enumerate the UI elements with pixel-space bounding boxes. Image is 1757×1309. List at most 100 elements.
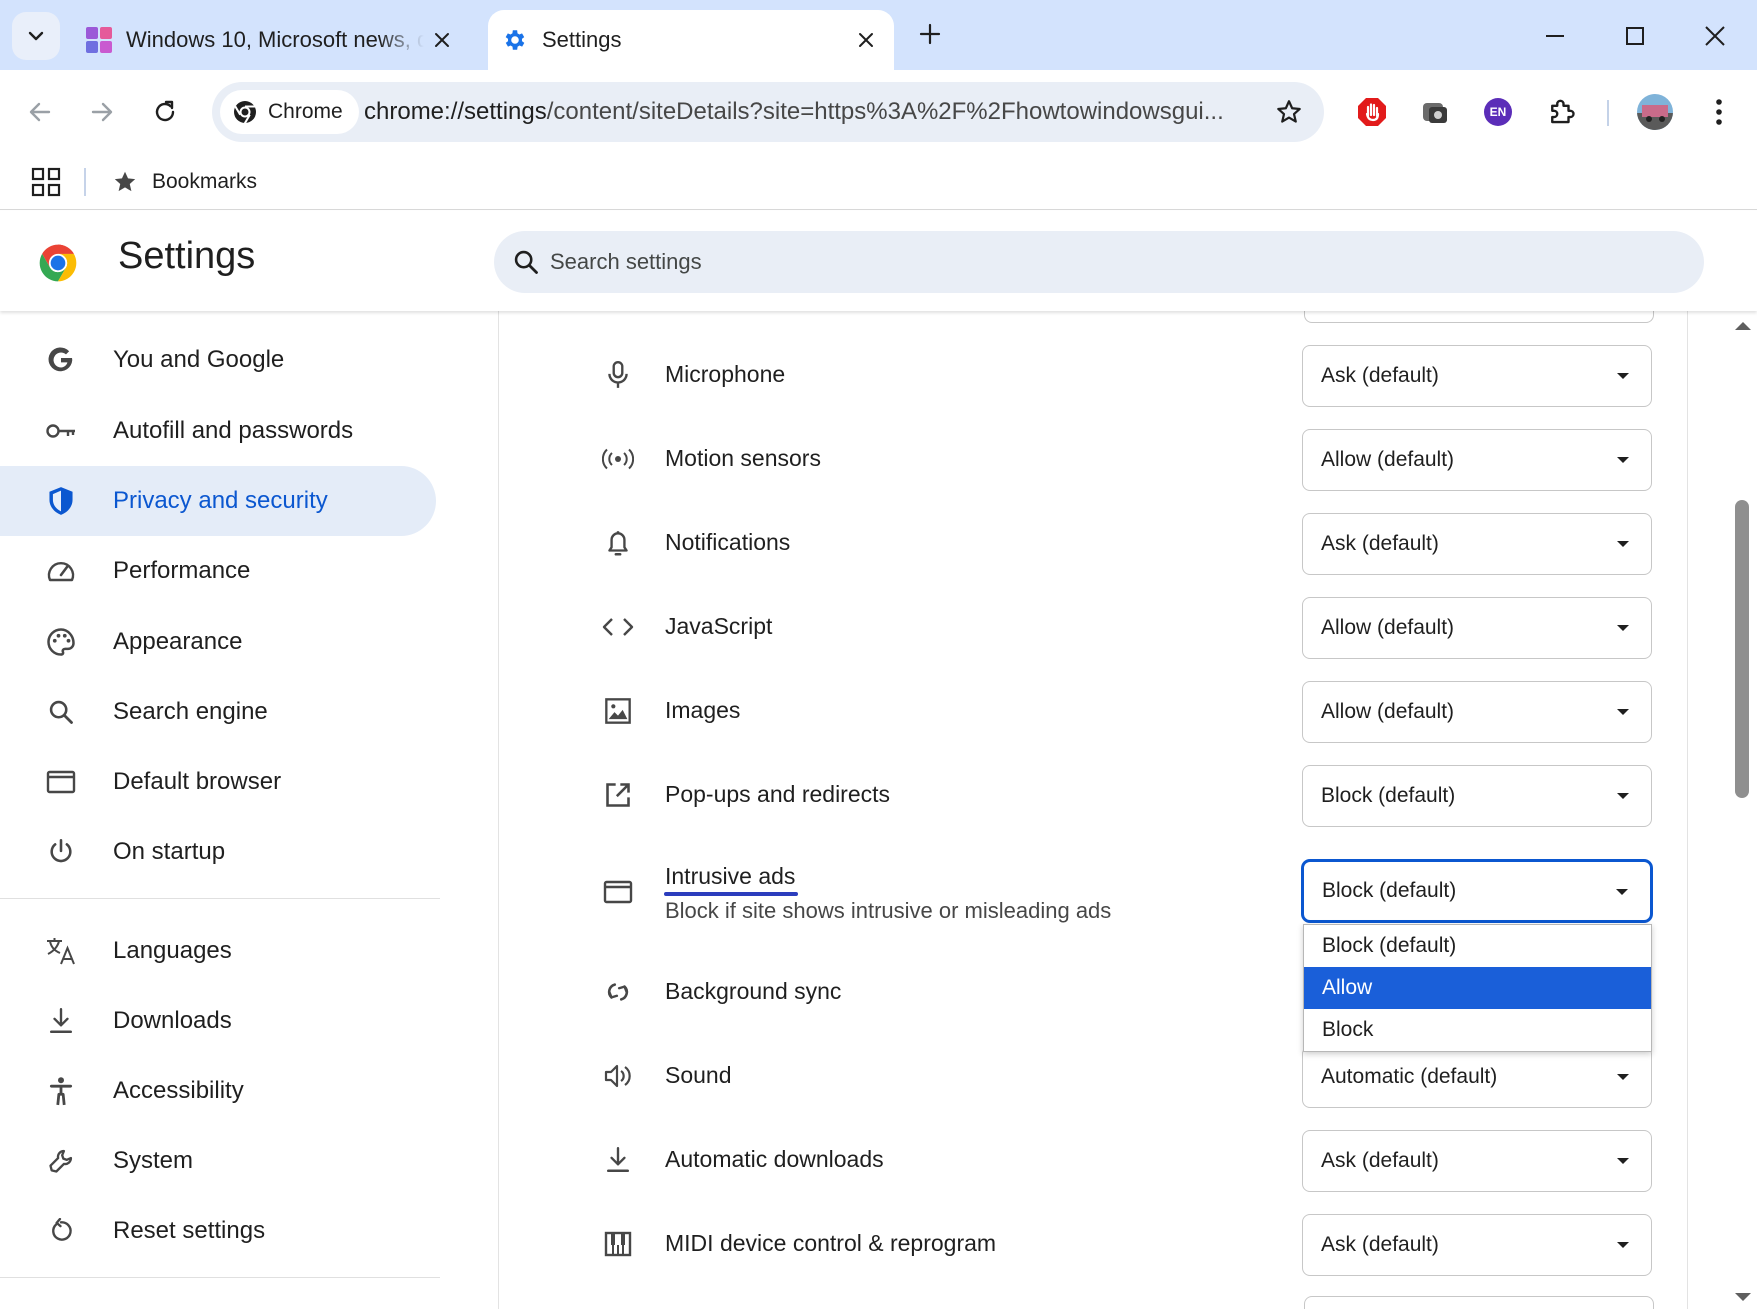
tab-settings[interactable]: Settings — [488, 10, 894, 70]
maximize-icon — [1626, 27, 1644, 45]
permission-label: Motion sensors — [665, 445, 821, 471]
sidebar-item-search-engine[interactable]: Search engine — [0, 677, 436, 747]
window-close-button[interactable] — [1693, 14, 1737, 58]
dropdown-option-block[interactable]: Block — [1304, 1009, 1651, 1051]
sidebar-item-label: Performance — [113, 557, 251, 584]
search-input[interactable] — [550, 249, 1650, 275]
sidebar-item-performance[interactable]: Performance — [0, 536, 436, 606]
close-icon[interactable] — [848, 22, 884, 58]
sidebar-item-label: Reset settings — [113, 1217, 266, 1244]
close-icon[interactable] — [424, 22, 460, 58]
back-button[interactable] — [18, 90, 62, 134]
caret-down-icon — [1617, 541, 1629, 547]
caret-down-icon — [1616, 889, 1628, 895]
speaker-icon — [600, 1058, 636, 1094]
select-value: Automatic (default) — [1321, 1065, 1498, 1088]
sound-select[interactable]: Automatic (default) — [1302, 1046, 1652, 1108]
select-value: Allow (default) — [1321, 616, 1455, 639]
address-bar[interactable]: Chrome chrome://settings/content/siteDet… — [212, 82, 1324, 142]
main-scroll-up[interactable] — [1735, 322, 1751, 330]
sidebar-item-you-and-google[interactable]: You and Google — [0, 325, 436, 395]
popups-select[interactable]: Block (default) — [1302, 765, 1652, 827]
menu-button[interactable] — [1697, 90, 1741, 134]
star-outline-icon — [1277, 100, 1301, 123]
select-value: Ask (default) — [1321, 364, 1439, 387]
reload-button[interactable] — [143, 90, 187, 134]
javascript-select[interactable]: Allow (default) — [1302, 597, 1652, 659]
maximize-button[interactable] — [1613, 14, 1657, 58]
caret-down-icon — [1617, 1158, 1629, 1164]
permission-row-automatic-downloads: Automatic downloads Ask (default) — [498, 1118, 1688, 1202]
tab-windows-news[interactable]: Windows 10, Microsoft news, de — [70, 10, 470, 70]
download-icon — [44, 1004, 78, 1038]
sidebar-item-accessibility[interactable]: Accessibility — [0, 1056, 436, 1126]
chrome-logo-icon — [234, 101, 256, 124]
forward-button[interactable] — [80, 90, 124, 134]
select-value: Ask (default) — [1321, 1149, 1439, 1172]
sidebar-item-system[interactable]: System — [0, 1126, 436, 1196]
sidebar-item-label: Search engine — [113, 698, 268, 725]
adblock-extension-button[interactable] — [1350, 90, 1394, 134]
images-select[interactable]: Allow (default) — [1302, 681, 1652, 743]
new-tab-button[interactable] — [910, 14, 950, 54]
ads-window-icon — [600, 874, 636, 910]
sidebar-item-on-startup[interactable]: On startup — [0, 817, 436, 887]
apps-grid-icon[interactable] — [30, 166, 62, 198]
plus-icon — [919, 23, 941, 45]
palette-icon — [44, 625, 78, 659]
main-scrollbar-thumb[interactable] — [1735, 500, 1749, 798]
sidebar-item-appearance[interactable]: Appearance — [0, 607, 436, 677]
select-value: Block (default) — [1322, 879, 1457, 902]
wrench-icon — [44, 1144, 78, 1178]
toolbar: Chrome chrome://settings/content/siteDet… — [0, 70, 1757, 154]
translate-extension-button[interactable]: EN — [1476, 90, 1520, 134]
extensions-button[interactable] — [1539, 90, 1583, 134]
page-title: Settings — [118, 235, 256, 277]
sidebar-item-label: Autofill and passwords — [113, 417, 354, 444]
midi-select[interactable]: Ask (default) — [1302, 1214, 1652, 1276]
screenshot-extension-button[interactable] — [1413, 90, 1457, 134]
windows-news-favicon — [86, 27, 112, 53]
permission-row-midi: MIDI device control & reprogram Ask (def… — [498, 1202, 1688, 1286]
search-settings-box[interactable] — [494, 231, 1704, 293]
sidebar-item-autofill[interactable]: Autofill and passwords — [0, 396, 436, 466]
avatar — [1637, 94, 1673, 130]
permission-row-javascript: JavaScript Allow (default) — [498, 585, 1688, 669]
microphone-select[interactable]: Ask (default) — [1302, 345, 1652, 407]
caret-down-icon — [1617, 1074, 1629, 1080]
chrome-chip[interactable]: Chrome — [220, 90, 359, 134]
sidebar-item-reset-settings[interactable]: Reset settings — [0, 1196, 436, 1266]
bell-icon — [600, 525, 636, 561]
select-value: Block (default) — [1321, 784, 1456, 807]
url-text[interactable]: chrome://settings/content/siteDetails?si… — [364, 82, 1254, 142]
automatic-downloads-select[interactable]: Ask (default) — [1302, 1130, 1652, 1192]
main-scroll-down[interactable] — [1735, 1293, 1751, 1301]
accessibility-icon — [44, 1074, 78, 1108]
translate-icon — [44, 934, 78, 968]
dropdown-option-block-default[interactable]: Block (default) — [1304, 925, 1651, 967]
tab-search-button[interactable] — [12, 12, 60, 60]
sidebar-divider — [0, 898, 440, 899]
reload-icon — [155, 100, 175, 122]
sidebar-item-label: You and Google — [113, 346, 285, 373]
sidebar-item-default-browser[interactable]: Default browser — [0, 747, 436, 817]
sidebar-item-privacy-and-security[interactable]: Privacy and security — [0, 466, 436, 536]
google-g-icon — [44, 343, 78, 377]
sidebar-item-languages[interactable]: Languages — [0, 916, 436, 986]
motion-sensors-select[interactable]: Allow (default) — [1302, 429, 1652, 491]
notifications-select[interactable]: Ask (default) — [1302, 513, 1652, 575]
sidebar-item-label: On startup — [113, 838, 226, 865]
profile-button[interactable] — [1633, 90, 1677, 134]
dropdown-option-allow[interactable]: Allow — [1304, 967, 1651, 1009]
permission-label: Pop-ups and redirects — [665, 781, 891, 807]
annotation-underline — [664, 892, 798, 896]
bookmarks-folder[interactable]: Bookmarks — [112, 154, 257, 210]
bookmark-star-button[interactable] — [1267, 90, 1311, 134]
sidebar-item-label: Accessibility — [113, 1077, 244, 1104]
intrusive-ads-select[interactable]: Block (default) — [1302, 860, 1652, 922]
sidebar-item-downloads[interactable]: Downloads — [0, 986, 436, 1056]
previous-select-edge — [1304, 311, 1654, 323]
permission-label: Automatic downloads — [665, 1146, 884, 1172]
minimize-button[interactable] — [1533, 14, 1577, 58]
more-vert-icon — [1716, 99, 1722, 125]
